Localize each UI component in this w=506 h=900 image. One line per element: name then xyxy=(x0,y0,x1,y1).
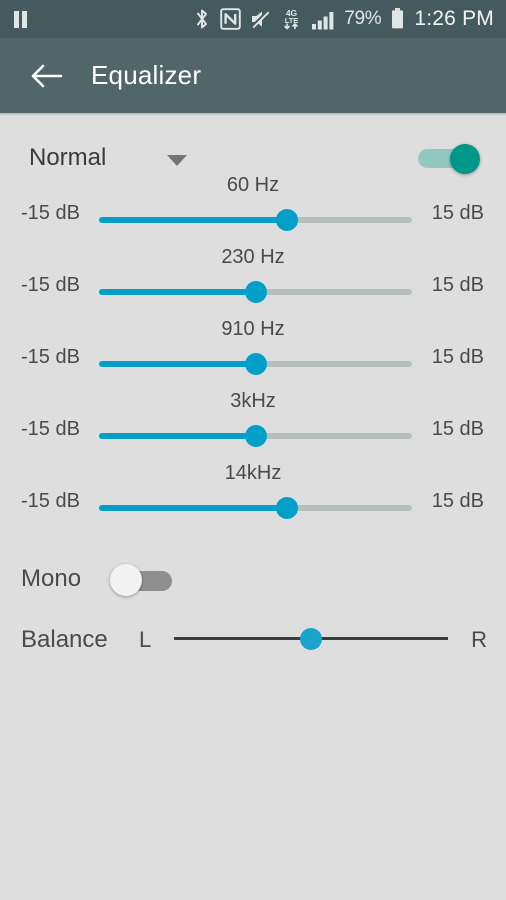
eq-band-max-label: 15 dB xyxy=(431,418,484,440)
eq-band-max-label: 15 dB xyxy=(431,490,484,512)
equalizer-toggle[interactable] xyxy=(418,144,480,174)
balance-row: Balance L R xyxy=(0,616,506,672)
eq-band-frequency-label: 60 Hz xyxy=(226,174,280,196)
status-bar-left xyxy=(14,10,27,28)
eq-band-slider-knob[interactable] xyxy=(275,497,298,519)
status-bar-right: 4G LTE 79% 1:26 PM xyxy=(193,7,494,31)
balance-slider[interactable] xyxy=(174,628,448,650)
eq-band-slider-knob[interactable] xyxy=(244,281,267,303)
eq-band-frequency-label: 230 Hz xyxy=(221,246,285,268)
eq-band-frequency-label: 910 Hz xyxy=(221,318,285,340)
eq-band-min-label: -15 dB xyxy=(21,490,80,512)
mono-toggle[interactable] xyxy=(110,563,172,597)
eq-band-slider-knob[interactable] xyxy=(275,209,298,231)
eq-band-slider-knob[interactable] xyxy=(244,425,267,447)
balance-label: Balance xyxy=(21,626,108,653)
balance-right-label: R xyxy=(471,627,487,652)
eq-band-max-label: 15 dB xyxy=(431,274,484,296)
mute-icon xyxy=(250,8,272,30)
clock-label: 1:26 PM xyxy=(414,7,494,30)
battery-percent-label: 79% xyxy=(344,8,382,29)
eq-band-min-label: -15 dB xyxy=(21,202,80,224)
eq-band-max-label: 15 dB xyxy=(431,346,484,368)
eq-band-slider[interactable] xyxy=(99,497,412,519)
equalizer-content: Normal 60 Hz -15 dB 15 dB 230 Hz -15 dB 15 dB… xyxy=(0,116,506,900)
eq-band-row: 60 Hz -15 dB 15 dB xyxy=(0,174,506,246)
eq-band-slider-knob[interactable] xyxy=(244,353,267,375)
balance-slider-knob[interactable] xyxy=(300,628,322,650)
balance-left-label: L xyxy=(139,627,152,652)
eq-band-max-label: 15 dB xyxy=(431,202,484,224)
app-bar: Equalizer xyxy=(0,38,506,113)
eq-band-row: 910 Hz -15 dB 15 dB xyxy=(0,318,506,390)
eq-band-row: 3kHz -15 dB 15 dB xyxy=(0,390,506,462)
eq-band-slider[interactable] xyxy=(99,353,412,375)
pause-icon xyxy=(14,10,27,28)
preset-dropdown[interactable]: Normal xyxy=(29,144,106,172)
mono-toggle-thumb xyxy=(110,564,142,596)
arrow-back-icon[interactable] xyxy=(26,55,68,97)
eq-band-slider-fill xyxy=(99,433,256,439)
eq-band-slider-fill xyxy=(99,289,256,295)
chevron-down-icon[interactable] xyxy=(167,155,187,166)
eq-band-slider[interactable] xyxy=(99,281,412,303)
signal-bars-icon xyxy=(311,9,335,30)
page-title: Equalizer xyxy=(91,60,202,90)
status-bar: 4G LTE 79% 1:26 PM xyxy=(0,0,506,38)
eq-band-min-label: -15 dB xyxy=(21,274,80,296)
eq-band-slider-fill xyxy=(99,361,256,367)
eq-band-slider-fill xyxy=(99,217,287,223)
nfc-icon xyxy=(220,8,242,30)
eq-band-row: 14kHz -15 dB 15 dB xyxy=(0,462,506,534)
eq-band-slider[interactable] xyxy=(99,209,412,231)
mono-label: Mono xyxy=(21,565,82,592)
equalizer-toggle-thumb xyxy=(450,144,480,174)
eq-band-slider[interactable] xyxy=(99,425,412,447)
eq-band-min-label: -15 dB xyxy=(21,418,80,440)
eq-band-slider-fill xyxy=(99,505,287,511)
eq-band-frequency-label: 14kHz xyxy=(224,462,282,484)
eq-band-frequency-label: 3kHz xyxy=(230,390,276,412)
battery-icon xyxy=(390,7,405,31)
bluetooth-icon xyxy=(193,7,211,31)
app-screen: 4G LTE 79% 1:26 PM Equalizer Normal 60 H… xyxy=(0,0,506,900)
4g-lte-icon: 4G LTE xyxy=(281,7,302,31)
mono-row: Mono xyxy=(0,554,506,610)
eq-band-min-label: -15 dB xyxy=(21,346,80,368)
eq-band-row: 230 Hz -15 dB 15 dB xyxy=(0,246,506,318)
